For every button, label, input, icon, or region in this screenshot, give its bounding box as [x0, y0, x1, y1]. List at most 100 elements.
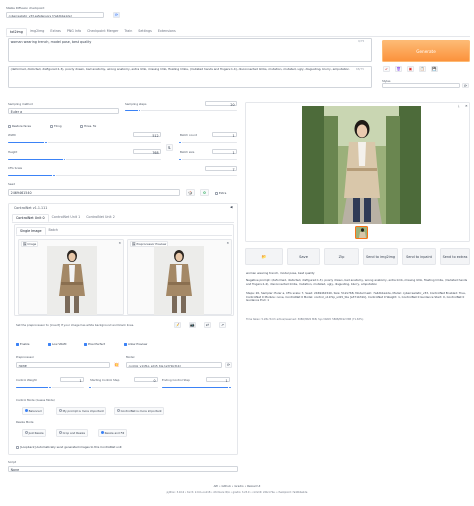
save-style-icon[interactable]: 💾: [431, 66, 438, 72]
pixel-perfect-box[interactable]: [84, 342, 87, 346]
cfg-scale-input[interactable]: 7: [205, 166, 237, 172]
cfg-scale-knob[interactable]: [52, 173, 56, 178]
run-preprocessor-icon[interactable]: 💥: [114, 362, 119, 367]
tiling-box[interactable]: [50, 124, 53, 128]
height-knob[interactable]: [62, 157, 67, 162]
generate-button[interactable]: Generate: [382, 40, 470, 62]
resize-crop-dot[interactable]: [58, 431, 62, 435]
control-weight-input[interactable]: 1: [60, 377, 84, 383]
extra-seed-checkbox[interactable]: Extra: [215, 191, 226, 195]
height-input[interactable]: 768: [133, 149, 161, 155]
sampling-method-select[interactable]: Euler a: [8, 108, 119, 114]
width-knob[interactable]: [44, 140, 49, 145]
random-seed-icon[interactable]: 🎲: [186, 189, 195, 196]
mode-prompt-dot[interactable]: [58, 409, 62, 413]
mode-controlnet-dot[interactable]: [116, 409, 120, 413]
allow-preview-box[interactable]: [124, 342, 127, 346]
height-slider[interactable]: [8, 157, 161, 162]
footer-link-github[interactable]: Github: [222, 484, 231, 488]
save-button[interactable]: Save: [287, 248, 320, 265]
starting-step-slider[interactable]: [88, 385, 158, 390]
mode-balanced-radio[interactable]: Balanced: [22, 407, 45, 415]
batch-count-knob[interactable]: [178, 140, 182, 145]
pixel-perfect-checkbox[interactable]: Pixel Perfect: [84, 342, 105, 346]
tab-extras[interactable]: Extras: [47, 28, 63, 36]
mirror-icon[interactable]: ⇄: [204, 322, 211, 328]
low-vram-checkbox[interactable]: Low VRAM: [48, 342, 66, 346]
preview-close-icon[interactable]: ✕: [226, 241, 229, 245]
batch-size-slider[interactable]: [178, 157, 237, 162]
sampling-steps-slider[interactable]: [125, 108, 237, 113]
ending-step-slider[interactable]: [162, 385, 232, 390]
refresh-models-icon[interactable]: ⟳: [225, 362, 232, 368]
tab-checkpoint-merger[interactable]: Checkpoint Merger: [84, 28, 121, 36]
cfg-scale-slider[interactable]: [8, 173, 237, 178]
batch-size-knob[interactable]: [178, 157, 182, 162]
enable-box[interactable]: [16, 342, 19, 346]
mode-balanced-dot[interactable]: [24, 409, 28, 413]
width-slider[interactable]: [8, 140, 161, 145]
mode-controlnet-radio[interactable]: ControlNet is more important: [114, 407, 165, 415]
extra-seed-box[interactable]: [215, 191, 218, 195]
enable-checkbox[interactable]: Enable: [16, 342, 30, 346]
send-dimensions-icon[interactable]: ↗: [219, 322, 226, 328]
clipboard-icon[interactable]: 📋: [419, 66, 426, 72]
model-select[interactable]: control_v11f1p_sd15_tile [a371b31b]: [126, 362, 222, 368]
close-gallery-icon[interactable]: ✕: [465, 104, 468, 108]
tab-txt2img[interactable]: txt2img: [6, 28, 27, 36]
restore-faces-box[interactable]: [8, 124, 11, 128]
loopback-box[interactable]: [16, 445, 19, 449]
tab-png-info[interactable]: PNG Info: [64, 28, 84, 36]
zip-button[interactable]: Zip: [324, 248, 359, 265]
batch-size-input[interactable]: 1: [212, 149, 237, 155]
resize-crop-radio[interactable]: Crop and Resize: [56, 429, 88, 437]
image-close-icon[interactable]: ✕: [118, 241, 121, 245]
script-select[interactable]: None: [8, 466, 238, 472]
refresh-icon[interactable]: ⟳: [113, 12, 120, 18]
checkpoint-select[interactable]: cyberrealistic_v33.safetensors [7a4dbba1…: [6, 12, 104, 18]
tab-settings[interactable]: Settings: [135, 28, 155, 36]
refresh-styles-icon[interactable]: ⟳: [462, 83, 469, 88]
ending-step-input[interactable]: 1: [206, 377, 230, 383]
resize-just-radio[interactable]: Just Resize: [22, 429, 47, 437]
loopback-checkbox[interactable]: [Loopback] Automatically send generated …: [16, 445, 122, 449]
sampling-steps-knob[interactable]: [137, 108, 142, 113]
interrupt-icon[interactable]: ↙: [383, 66, 390, 72]
preprocessor-select[interactable]: none: [16, 362, 110, 368]
tab-controlnet-unit-1[interactable]: ControlNet Unit 1: [49, 214, 84, 222]
trash-icon[interactable]: 🗑: [395, 66, 402, 72]
tab-extensions[interactable]: Extensions: [155, 28, 179, 36]
resize-fill-radio[interactable]: Resize and Fill: [98, 429, 127, 437]
collapse-icon[interactable]: ◀: [230, 205, 232, 209]
styles-select[interactable]: [382, 83, 460, 88]
negative-prompt-textarea[interactable]: (deformed, distorted, disfigured:1.3), p…: [8, 66, 372, 88]
send-inpaint-button[interactable]: Send to inpaint: [402, 248, 436, 265]
send-extras-button[interactable]: Send to extras: [440, 248, 470, 265]
resize-fill-dot[interactable]: [100, 431, 104, 435]
seed-input[interactable]: 2469461540: [8, 189, 180, 196]
tab-batch[interactable]: Batch: [46, 227, 61, 235]
new-canvas-icon[interactable]: 📝: [174, 322, 181, 328]
tab-controlnet-unit-0[interactable]: ControlNet Unit 0: [12, 214, 49, 222]
send-img2img-button[interactable]: Send to img2img: [363, 248, 398, 265]
gallery-thumbnail[interactable]: [355, 226, 368, 239]
open-folder-button[interactable]: 📂: [245, 248, 283, 265]
download-icon[interactable]: ⤓: [458, 104, 459, 108]
reuse-seed-icon[interactable]: ♻: [200, 189, 209, 196]
batch-count-input[interactable]: 1: [212, 132, 237, 138]
mode-prompt-radio[interactable]: My prompt is more important: [56, 407, 107, 415]
generated-image[interactable]: [302, 106, 421, 224]
sampling-steps-input[interactable]: 20: [205, 101, 237, 107]
footer-link-gradio[interactable]: Gradio: [234, 484, 243, 488]
input-image-canvas[interactable]: 🖼 Image ✕: [18, 239, 124, 315]
tab-single-image[interactable]: Single Image: [16, 227, 46, 235]
low-vram-box[interactable]: [48, 342, 51, 346]
starting-step-input[interactable]: 0: [134, 377, 158, 383]
prompt-textarea[interactable]: woman wearing trench, model pose, best q…: [8, 38, 372, 62]
restore-faces-checkbox[interactable]: Restore faces: [8, 124, 31, 128]
resize-just-dot[interactable]: [24, 431, 28, 435]
width-input[interactable]: 512: [133, 132, 161, 138]
footer-link-reload-ui[interactable]: Reload UI: [247, 484, 260, 488]
hires-fix-box[interactable]: [80, 124, 83, 128]
allow-preview-checkbox[interactable]: Allow Preview: [124, 342, 147, 346]
